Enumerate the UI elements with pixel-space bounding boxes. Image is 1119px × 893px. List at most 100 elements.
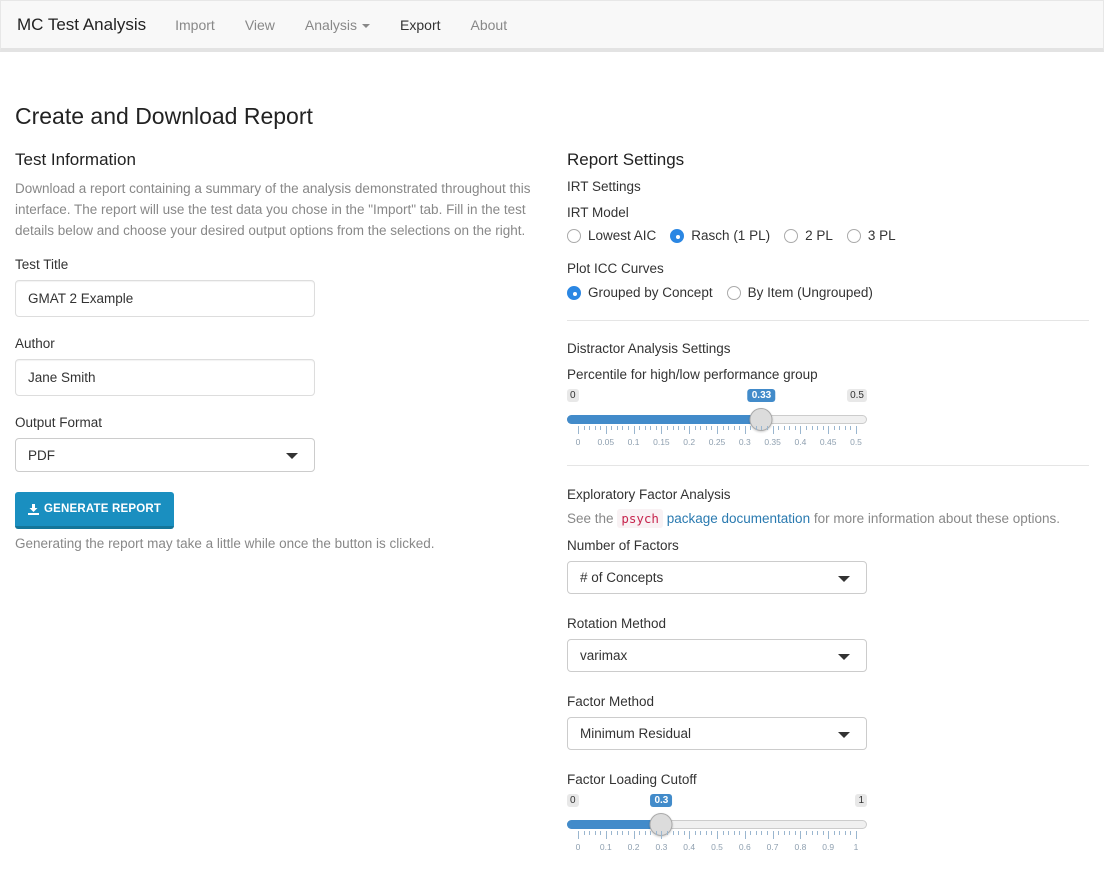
slider-tick-label: 0.15 bbox=[653, 437, 670, 447]
rotation-select[interactable]: varimax bbox=[567, 639, 867, 672]
slider-minor-tick bbox=[817, 426, 819, 430]
slider-minor-tick bbox=[711, 831, 713, 835]
navbar: MC Test Analysis Import View Analysis Ex… bbox=[0, 0, 1104, 52]
slider-minor-tick bbox=[739, 426, 741, 430]
slider-minor-tick bbox=[833, 831, 835, 835]
rotation-label: Rotation Method bbox=[567, 616, 667, 631]
slider-minor-tick bbox=[700, 426, 702, 430]
icc-grouped[interactable]: Grouped by Concept bbox=[567, 285, 713, 300]
brand[interactable]: MC Test Analysis bbox=[17, 15, 146, 35]
generate-note: Generating the report may take a little … bbox=[15, 536, 435, 551]
slider-tick-label: 0.2 bbox=[627, 842, 640, 852]
slider-minor-tick bbox=[778, 831, 780, 835]
slider-major-tick bbox=[605, 426, 607, 434]
slider-major-tick bbox=[578, 426, 579, 434]
slider-minor-tick bbox=[850, 426, 852, 430]
efa-note-suffix: for more information about these options… bbox=[813, 511, 1060, 526]
percentile-slider[interactable]: 0 0.5 0.33 0 0.05 0.1 0.15 0.2 0.25 0.3 0.35 0.4… bbox=[567, 389, 867, 449]
author-input[interactable]: Jane Smith bbox=[15, 359, 315, 396]
nav-view[interactable]: View bbox=[230, 17, 290, 33]
slider-minor-tick bbox=[783, 831, 785, 835]
slider-minor-tick bbox=[694, 426, 696, 430]
output-format-select[interactable]: PDF bbox=[15, 438, 315, 472]
slider-major-tick bbox=[856, 831, 857, 839]
factor-method-label: Factor Method bbox=[567, 694, 655, 709]
generate-report-label: GENERATE REPORT bbox=[44, 503, 162, 515]
slider-minor-tick bbox=[767, 831, 769, 835]
slider-minor-tick bbox=[811, 831, 813, 835]
nav-about[interactable]: About bbox=[456, 17, 523, 33]
distractor-heading: Distractor Analysis Settings bbox=[567, 341, 731, 356]
download-icon bbox=[28, 503, 39, 515]
slider-minor-tick bbox=[789, 426, 791, 430]
slider-major-tick bbox=[772, 426, 774, 434]
slider-minor-tick bbox=[678, 426, 680, 430]
slider-minor-tick bbox=[761, 831, 763, 835]
slider-tick-label: 0.3 bbox=[655, 842, 668, 852]
irt-model-rasch[interactable]: Rasch (1 PL) bbox=[670, 228, 770, 243]
slider-major-tick bbox=[689, 831, 691, 839]
slider-minor-tick bbox=[728, 831, 730, 835]
generate-report-button[interactable]: GENERATE REPORT bbox=[15, 492, 175, 529]
nav-import[interactable]: Import bbox=[160, 17, 230, 33]
slider-minor-tick bbox=[666, 426, 668, 430]
slider-max-label: 0.5 bbox=[847, 389, 867, 402]
slider-minor-tick bbox=[722, 831, 724, 835]
slider-tick-label: 0.2 bbox=[683, 437, 696, 447]
slider-minor-tick bbox=[611, 426, 613, 430]
radio-icon bbox=[726, 285, 741, 300]
slider-min-label: 0 bbox=[567, 794, 579, 807]
slider-tick-label: 0.1 bbox=[627, 437, 640, 447]
test-information-heading: Test Information bbox=[15, 150, 136, 169]
slider-major-tick bbox=[744, 426, 746, 434]
slider-major-tick bbox=[578, 831, 579, 839]
test-information-panel: Test Information Download a report conta… bbox=[15, 150, 535, 554]
slider-minor-tick bbox=[639, 831, 641, 835]
icc-label: Plot ICC Curves bbox=[567, 261, 664, 276]
num-factors-value: # of Concepts bbox=[580, 570, 664, 585]
slider-minor-tick bbox=[616, 831, 618, 835]
irt-model-lowest-aic[interactable]: Lowest AIC bbox=[567, 228, 656, 243]
chevron-down-icon bbox=[286, 453, 298, 459]
slider-value-label: 0.33 bbox=[747, 389, 776, 402]
slider-minor-tick bbox=[683, 426, 685, 430]
slider-tick-label: 1 bbox=[853, 842, 859, 852]
efa-heading: Exploratory Factor Analysis bbox=[567, 487, 731, 502]
slider-minor-tick bbox=[739, 831, 741, 835]
package-documentation-link[interactable]: package documentation bbox=[667, 511, 810, 526]
factor-method-select[interactable]: Minimum Residual bbox=[567, 717, 867, 750]
irt-model-radio-group: Lowest AIC Rasch (1 PL) 2 PL 3 PL bbox=[567, 228, 1089, 243]
slider-minor-tick bbox=[833, 426, 835, 430]
psych-code: psych bbox=[617, 509, 663, 528]
test-title-input[interactable]: GMAT 2 Example bbox=[15, 280, 315, 317]
slider-minor-tick bbox=[822, 831, 824, 835]
radio-selected-icon bbox=[567, 285, 581, 300]
irt-model-3pl[interactable]: 3 PL bbox=[846, 228, 896, 243]
slider-max-label: 1 bbox=[855, 794, 867, 807]
slider-minor-tick bbox=[805, 426, 807, 430]
slider-minor-tick bbox=[811, 426, 813, 430]
slider-major-tick bbox=[633, 831, 635, 839]
nav-analysis[interactable]: Analysis bbox=[290, 17, 385, 33]
cutoff-slider[interactable]: 0 1 0.3 0 0.1 0.2 0.3 0.4 0.5 0.6 0.7 0.8 0.9 1 bbox=[567, 794, 867, 854]
nav-export[interactable]: Export bbox=[385, 17, 455, 33]
radio-label: 3 PL bbox=[867, 228, 896, 243]
slider-minor-tick bbox=[655, 426, 657, 430]
slider-tick-label: 0.4 bbox=[683, 842, 696, 852]
slider-tick-label: 0.3 bbox=[738, 437, 751, 447]
irt-model-2pl[interactable]: 2 PL bbox=[784, 228, 833, 243]
slider-minor-tick bbox=[794, 426, 796, 430]
slider-minor-tick bbox=[755, 831, 757, 835]
slider-fill bbox=[567, 415, 762, 424]
nav-analysis-label: Analysis bbox=[304, 16, 358, 33]
slider-minor-tick bbox=[750, 831, 752, 835]
slider-minor-tick bbox=[839, 426, 841, 430]
slider-major-tick bbox=[717, 426, 718, 434]
num-factors-select[interactable]: # of Concepts bbox=[567, 561, 867, 594]
slider-tick-label: 0.7 bbox=[766, 842, 779, 852]
icc-by-item[interactable]: By Item (Ungrouped) bbox=[726, 285, 873, 300]
report-settings-panel: Report Settings IRT Settings IRT Model L… bbox=[567, 150, 1089, 854]
test-information-description: Download a report containing a summary o… bbox=[15, 181, 531, 238]
slider-minor-tick bbox=[644, 831, 646, 835]
slider-minor-tick bbox=[628, 426, 630, 430]
